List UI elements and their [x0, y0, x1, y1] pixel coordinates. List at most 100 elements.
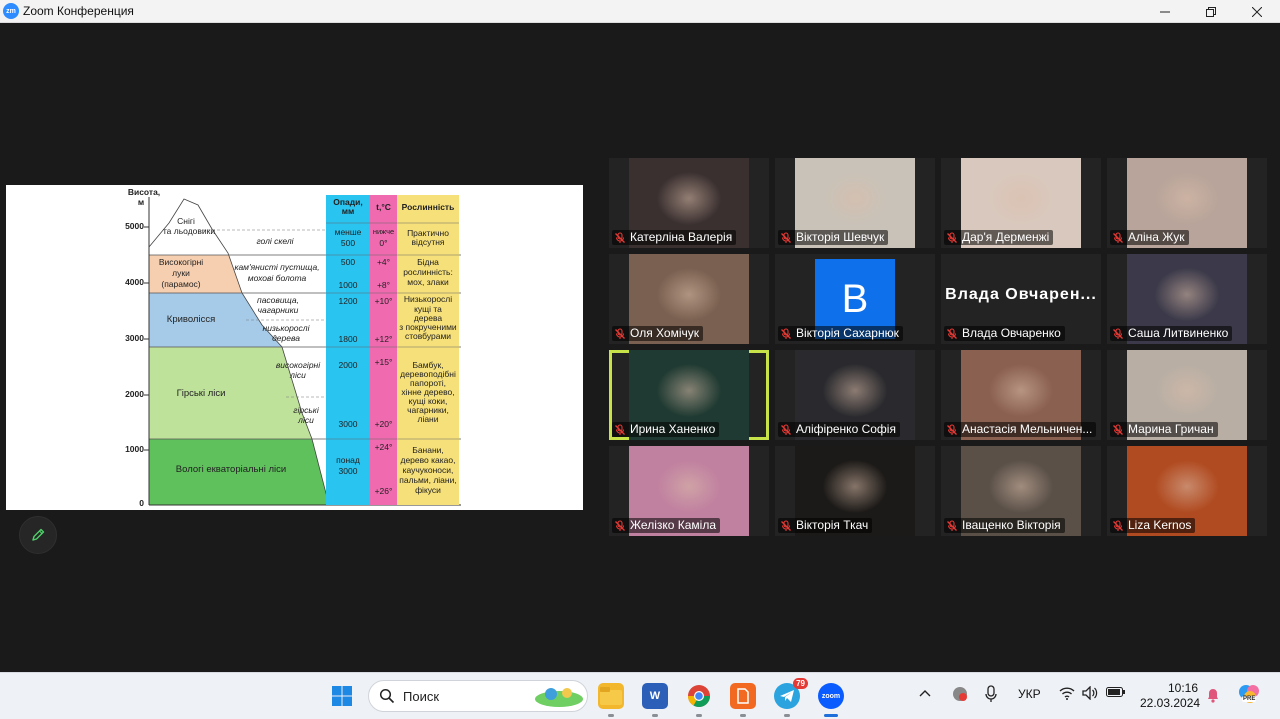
participant-name: Вікторія Сахарнюк: [796, 326, 899, 340]
muted-mic-icon: [781, 519, 791, 531]
meeting-area: Висота, м 5000 4000 3000 2000 1000 0 Опа…: [0, 23, 1280, 672]
participant-tile[interactable]: Вікторія Ткач: [775, 446, 935, 536]
participant-tile[interactable]: Аліна Жук: [1107, 158, 1267, 248]
copilot-button[interactable]: PRE: [1238, 683, 1262, 708]
participant-name-label: Катерліна Валерія: [612, 230, 737, 245]
zone-sub: гірські: [293, 405, 319, 415]
speaker-icon: [1082, 685, 1098, 701]
participant-name-label: Ирина Ханенко: [612, 422, 720, 437]
participant-name: Оля Хомічук: [630, 326, 699, 340]
participant-tile[interactable]: Ирина Ханенко: [609, 350, 769, 440]
vegetation-text: дерево какао,: [400, 455, 456, 465]
muted-mic-icon: [1113, 519, 1123, 531]
chrome-app[interactable]: [686, 683, 712, 709]
participant-tile[interactable]: Оля Хомічук: [609, 254, 769, 344]
muted-mic-icon: [947, 327, 957, 339]
window-controls: [1142, 0, 1280, 23]
temp-value: +10°: [374, 296, 393, 306]
tray-app-icon[interactable]: [951, 685, 969, 706]
participant-tile[interactable]: Желізко Каміла: [609, 446, 769, 536]
battery-icon: [1106, 687, 1125, 697]
zone-name: (парамос): [161, 279, 201, 289]
zone-sub: дерева: [272, 333, 300, 343]
participant-tile[interactable]: Дар'я Дерменжі: [941, 158, 1101, 248]
search-placeholder: Поиск: [403, 688, 440, 704]
precip-value: 1000: [338, 280, 358, 290]
participant-tile[interactable]: Анастасія Мельничен...: [941, 350, 1101, 440]
input-language[interactable]: УКР: [1018, 687, 1041, 701]
temp-value: +4°: [376, 257, 391, 267]
vegetation-text: каучуконоси,: [402, 465, 454, 475]
search-icon: [379, 688, 395, 704]
participant-tile[interactable]: Саша Литвиненко: [1107, 254, 1267, 344]
participant-tile[interactable]: Катерліна Валерія: [609, 158, 769, 248]
participant-tile[interactable]: B Вікторія Сахарнюк: [775, 254, 935, 344]
annotate-pen-button[interactable]: [19, 516, 57, 554]
tick-label: 1000: [125, 444, 144, 454]
muted-mic-icon: [615, 231, 625, 243]
telegram-app[interactable]: 79: [774, 678, 808, 709]
participant-tile[interactable]: Liza Kernos: [1107, 446, 1267, 536]
taskbar-search-box[interactable]: Поиск: [368, 680, 588, 712]
clock-time: 10:16: [1167, 681, 1198, 695]
participant-name: Liza Kernos: [1128, 518, 1192, 532]
minimize-button[interactable]: [1142, 0, 1188, 23]
start-button[interactable]: [329, 683, 355, 709]
volume-tray[interactable]: [1082, 685, 1098, 703]
window-title: Zoom Конференция: [23, 4, 134, 18]
vegetation-text: Бідна: [417, 257, 439, 267]
file-explorer-app[interactable]: [598, 683, 624, 709]
word-app[interactable]: W: [642, 683, 668, 709]
zone-name: Гірські ліси: [176, 388, 226, 399]
height-axis-title: Висота,: [127, 187, 161, 197]
close-button[interactable]: [1234, 0, 1280, 23]
vpn-shield-icon: [953, 687, 967, 701]
participant-name: Саша Литвиненко: [1128, 326, 1229, 340]
word-icon: W: [649, 690, 661, 702]
network-tray[interactable]: [1059, 686, 1075, 703]
zone-sub: чагарники: [257, 305, 299, 315]
telegram-unread-badge: 79: [793, 678, 808, 689]
participant-tile[interactable]: Іващенко Вікторія: [941, 446, 1101, 536]
participant-name-label: Вікторія Ткач: [778, 518, 873, 533]
notifications-button[interactable]: [1206, 687, 1220, 706]
system-clock[interactable]: 10:16 22.03.2024: [1140, 681, 1200, 711]
battery-tray[interactable]: [1106, 686, 1126, 701]
participant-name: Аліфіренко Софія: [796, 422, 896, 436]
pdf-app[interactable]: [730, 683, 756, 709]
show-hidden-icons-button[interactable]: [919, 687, 931, 701]
tick-label: 2000: [125, 389, 144, 399]
precip-unit: мм: [341, 206, 355, 216]
vegetation-header: Рослинність: [401, 202, 455, 212]
windows-taskbar: Поиск W 79 zoom УКР 10:16 22.03.2024 PRE: [0, 672, 1280, 719]
participant-name: Аліна Жук: [1128, 230, 1185, 244]
chrome-icon: [688, 685, 710, 707]
vegetation-text: пальми, ліани,: [399, 475, 457, 485]
participant-name-label: Анастасія Мельничен...: [944, 422, 1097, 437]
muted-mic-icon: [781, 327, 791, 339]
zone-name: Снігі: [177, 216, 195, 226]
folder-icon: [600, 687, 622, 705]
zone-sub: високогірні: [275, 360, 321, 370]
active-app-indicator: [824, 714, 838, 717]
participant-name: Іващенко Вікторія: [962, 518, 1061, 532]
participant-tile[interactable]: Вікторія Шевчук: [775, 158, 935, 248]
participant-tile[interactable]: Марина Гричан: [1107, 350, 1267, 440]
temp-value: +15°: [374, 357, 393, 367]
restore-button[interactable]: [1188, 0, 1234, 23]
temp-header: t,°C: [376, 202, 391, 212]
participant-name-label: Аліфіренко Софія: [778, 422, 900, 437]
vegetation-text: мох, злаки: [407, 277, 449, 287]
zone-sub: голі скелі: [256, 236, 294, 246]
participant-name-label: Дар'я Дерменжі: [944, 230, 1054, 245]
height-axis-unit: м: [137, 197, 145, 207]
vegetation-text: рослинність:: [403, 267, 453, 277]
restore-icon: [1206, 6, 1216, 17]
participant-name-label: Аліна Жук: [1110, 230, 1189, 245]
chevron-up-icon: [919, 690, 931, 697]
participant-tile[interactable]: Влада Овчарен... Влада Овчаренко: [941, 254, 1101, 344]
participant-tile[interactable]: Аліфіренко Софія: [775, 350, 935, 440]
zone-sub: ліси: [290, 370, 306, 380]
zoom-app[interactable]: zoom: [818, 683, 844, 709]
microphone-tray[interactable]: [985, 685, 997, 706]
